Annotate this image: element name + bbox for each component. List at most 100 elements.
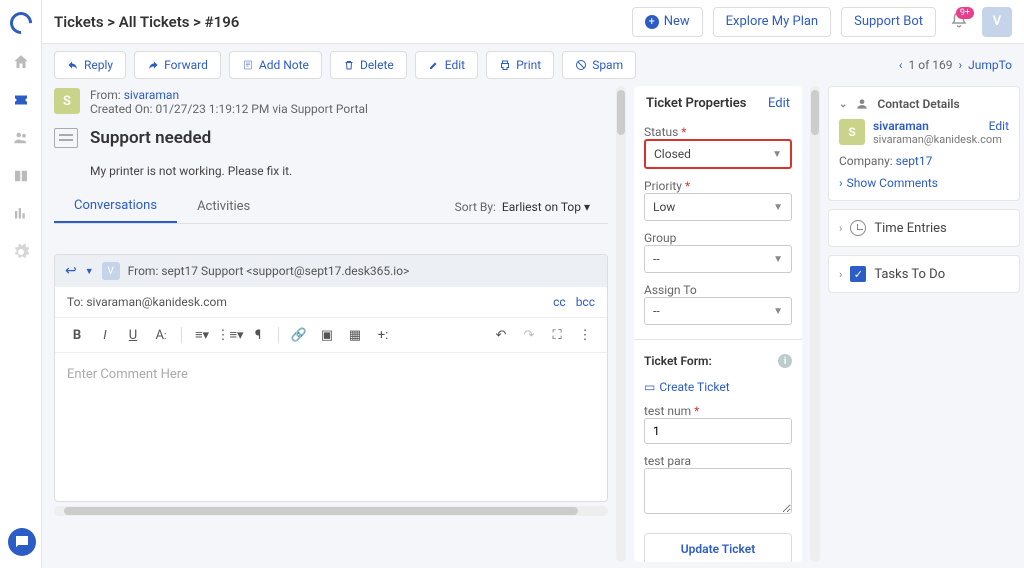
- jump-to-link[interactable]: JumpTo: [968, 58, 1012, 72]
- home-icon[interactable]: [11, 52, 31, 72]
- underline-icon[interactable]: U: [121, 324, 145, 346]
- vertical-scrollbar[interactable]: [616, 86, 626, 562]
- edit-button[interactable]: Edit: [415, 51, 478, 79]
- user-avatar[interactable]: V: [982, 7, 1012, 37]
- created-on: Created On: 01/27/23 1:19:12 PM via Supp…: [90, 102, 368, 116]
- chevron-right-icon: ›: [839, 176, 843, 190]
- create-ticket-link[interactable]: ▭Create Ticket: [644, 380, 792, 394]
- paragraph-icon[interactable]: ¶: [246, 324, 270, 346]
- company-line: Company: sept17: [839, 154, 1009, 168]
- test-num-input[interactable]: [644, 418, 792, 444]
- notification-badge: 9+: [956, 7, 974, 19]
- time-entries-accordion[interactable]: › Time Entries: [828, 209, 1020, 247]
- contact-avatar: S: [839, 119, 865, 145]
- sender-name-link[interactable]: sivaraman: [124, 88, 179, 102]
- tickets-icon[interactable]: [11, 90, 31, 110]
- compose-from: From: sept17 Support <support@sept17.des…: [128, 264, 410, 278]
- contacts-icon[interactable]: [11, 128, 31, 148]
- priority-select[interactable]: Low▼: [644, 193, 792, 221]
- ordered-list-icon[interactable]: ≡▾: [190, 324, 214, 346]
- update-ticket-button[interactable]: Update Ticket: [644, 533, 792, 562]
- fullscreen-icon[interactable]: ⛶: [545, 324, 569, 346]
- pager: ‹ 1 of 169 › JumpTo: [899, 58, 1012, 72]
- contact-name-link[interactable]: sivaraman: [873, 119, 929, 133]
- to-label: To: sivaraman@kanidesk.com: [67, 295, 227, 309]
- contact-edit-link[interactable]: Edit: [989, 119, 1009, 133]
- group-select[interactable]: --▼: [644, 245, 792, 273]
- tab-activities[interactable]: Activities: [177, 191, 270, 222]
- italic-icon[interactable]: I: [93, 324, 117, 346]
- undo-icon[interactable]: ↶: [489, 324, 513, 346]
- more-insert-icon[interactable]: +:: [371, 324, 395, 346]
- test-para-textarea[interactable]: [644, 468, 792, 514]
- breadcrumb: Tickets > All Tickets > #196: [54, 13, 622, 31]
- ticket-form-title: Ticket Form:: [644, 354, 712, 368]
- compose-avatar: V: [102, 262, 120, 280]
- explore-plan-button[interactable]: Explore My Plan: [713, 7, 831, 37]
- pager-next-icon[interactable]: ›: [958, 58, 962, 72]
- ticket-body: My printer is not working. Please fix it…: [54, 158, 608, 190]
- chevron-down-icon[interactable]: ⌄: [839, 99, 847, 110]
- more-icon[interactable]: ⋮: [573, 324, 597, 346]
- properties-edit-link[interactable]: Edit: [768, 96, 790, 111]
- plus-icon: +: [645, 15, 659, 29]
- compose-textarea[interactable]: Enter Comment Here: [55, 353, 607, 501]
- notifications-icon[interactable]: 9+: [946, 11, 972, 33]
- dropdown-icon[interactable]: ▼: [85, 266, 94, 277]
- horizontal-scrollbar[interactable]: [54, 506, 608, 516]
- sort-by: Sort By: Earliest on Top ▾: [455, 200, 608, 214]
- support-bot-button[interactable]: Support Bot: [841, 7, 936, 37]
- action-bar: Reply Forward Add Note Delete Edit Print…: [42, 44, 1024, 86]
- sender-avatar: S: [54, 88, 80, 114]
- reply-icon[interactable]: ↩: [65, 263, 77, 279]
- editor-toolbar: B I U A: ≡▾ ⋮≡▾ ¶ 🔗 ▣ ▦ +:: [55, 318, 607, 353]
- pager-prev-icon[interactable]: ‹: [899, 58, 903, 72]
- topbar: Tickets > All Tickets > #196 +New Explor…: [42, 0, 1024, 44]
- clock-icon: [850, 220, 866, 236]
- priority-label: Priority: [644, 179, 792, 193]
- spam-button[interactable]: Spam: [562, 51, 636, 79]
- pager-position: 1 of 169: [909, 58, 953, 72]
- reports-icon[interactable]: [11, 204, 31, 224]
- table-icon[interactable]: ▦: [343, 324, 367, 346]
- vertical-scrollbar[interactable]: [810, 86, 820, 562]
- assign-label: Assign To: [644, 283, 792, 297]
- ticket-properties-panel: Ticket Properties Edit Status Closed▼ Pr…: [634, 86, 802, 562]
- knowledge-icon[interactable]: [11, 166, 31, 186]
- image-icon[interactable]: ▣: [315, 324, 339, 346]
- ticket-type-icon: [54, 128, 78, 148]
- check-icon: ✓: [850, 266, 866, 282]
- info-icon[interactable]: i: [778, 354, 792, 368]
- redo-icon[interactable]: ↷: [517, 324, 541, 346]
- show-comments-link[interactable]: ›Show Comments: [839, 176, 1009, 190]
- test-para-label: test para: [644, 454, 792, 468]
- contact-details-title: Contact Details: [877, 97, 959, 111]
- contact-email: sivaraman@kanidesk.com: [873, 133, 1009, 146]
- compose-box: ↩ ▼ V From: sept17 Support <support@sept…: [54, 254, 608, 502]
- link-icon[interactable]: 🔗: [287, 324, 311, 346]
- reply-button[interactable]: Reply: [54, 51, 126, 79]
- add-note-button[interactable]: Add Note: [229, 51, 322, 79]
- company-link[interactable]: sept17: [896, 154, 933, 168]
- chat-fab-icon[interactable]: [8, 528, 36, 556]
- tasks-accordion[interactable]: › ✓ Tasks To Do: [828, 255, 1020, 293]
- forward-button[interactable]: Forward: [134, 51, 221, 79]
- settings-icon[interactable]: [11, 242, 31, 262]
- test-num-label: test num: [644, 404, 792, 418]
- group-label: Group: [644, 231, 792, 245]
- assign-select[interactable]: --▼: [644, 297, 792, 325]
- bold-icon[interactable]: B: [65, 324, 89, 346]
- sort-value[interactable]: Earliest on Top ▾: [502, 200, 590, 214]
- new-button[interactable]: +New: [632, 7, 703, 37]
- unordered-list-icon[interactable]: ⋮≡▾: [218, 324, 242, 346]
- delete-button[interactable]: Delete: [330, 51, 407, 79]
- left-sidebar: [0, 0, 42, 568]
- cc-link[interactable]: cc: [553, 295, 566, 309]
- logo-icon: [5, 7, 36, 38]
- font-icon[interactable]: A:: [149, 324, 173, 346]
- status-select[interactable]: Closed▼: [644, 139, 792, 169]
- print-button[interactable]: Print: [486, 51, 554, 79]
- chevron-right-icon: ›: [839, 222, 842, 235]
- tab-conversations[interactable]: Conversations: [54, 190, 177, 223]
- bcc-link[interactable]: bcc: [576, 295, 595, 309]
